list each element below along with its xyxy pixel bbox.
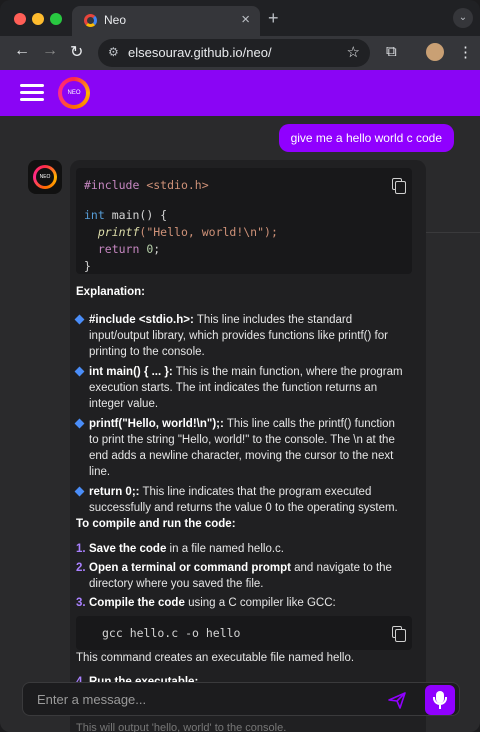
url-text: elsesourav.github.io/neo/	[128, 45, 272, 60]
faded-text: This will output 'hello, world' to the c…	[76, 722, 287, 732]
tab-favicon-icon	[84, 14, 97, 27]
copy-icon[interactable]	[392, 626, 406, 642]
extensions-icon[interactable]: ⧉	[386, 43, 397, 60]
copy-icon[interactable]	[392, 178, 406, 194]
tab-title: Neo	[104, 13, 127, 27]
chat-area[interactable]: give me a hello world c code NEO #includ…	[0, 116, 480, 732]
menu-hamburger-icon[interactable]	[20, 84, 44, 102]
site-info-icon[interactable]: ⚙	[108, 45, 119, 59]
list-item: 2. Open a terminal or command prompt and…	[76, 562, 392, 590]
bullet-diamond-icon	[74, 366, 85, 377]
bullet-diamond-icon	[74, 486, 85, 497]
message-input[interactable]: Enter a message...	[37, 692, 146, 707]
browser-window: Neo × + ⌄ ← → ↻ ⚙ elsesourav.github.io/n…	[0, 0, 480, 732]
tab-strip: Neo × + ⌄	[0, 0, 480, 36]
tab-search-button[interactable]: ⌄	[453, 8, 473, 28]
profile-avatar[interactable]	[426, 43, 444, 61]
browser-toolbar: ← → ↻ ⚙ elsesourav.github.io/neo/ ☆ ⧉ ⋮	[0, 36, 480, 70]
list-item: printf("Hello, world!\n");: This line ca…	[74, 416, 406, 480]
close-window-button[interactable]	[14, 13, 26, 25]
microphone-button[interactable]	[425, 685, 455, 715]
tab-close-icon[interactable]: ×	[241, 11, 250, 28]
address-bar[interactable]: ⚙ elsesourav.github.io/neo/ ☆	[98, 39, 370, 67]
list-item: 1. Save the code in a file named hello.c…	[76, 543, 284, 555]
bot-message: #include <stdio.h> int main() { printf("…	[70, 160, 426, 732]
code-caption: This command creates an executable file …	[76, 652, 355, 664]
list-item: return 0;: This line indicates that the …	[74, 484, 406, 516]
neo-logo[interactable]: NEO	[58, 77, 90, 109]
browser-menu-icon[interactable]: ⋮	[458, 43, 473, 61]
explanation-heading: Explanation:	[76, 286, 146, 298]
list-item: #include <stdio.h>: This line includes t…	[74, 312, 406, 360]
reload-icon[interactable]: ↻	[70, 42, 83, 62]
list-item: 3. Compile the code using a C compiler l…	[76, 597, 336, 609]
forward-arrow-icon[interactable]: →	[42, 42, 58, 60]
user-message: give me a hello world c code	[278, 124, 454, 152]
bullet-diamond-icon	[74, 314, 85, 325]
app-header: NEO	[0, 70, 480, 116]
bot-avatar: NEO	[28, 160, 62, 194]
browser-tab[interactable]: Neo ×	[72, 6, 260, 36]
code-block: gcc hello.c -o hello	[76, 616, 412, 650]
new-tab-button[interactable]: +	[268, 8, 279, 29]
list-item: int main() { ... }: This is the main fun…	[74, 364, 406, 412]
maximize-window-button[interactable]	[50, 13, 62, 25]
code-block: #include <stdio.h> int main() { printf("…	[76, 168, 412, 274]
minimize-window-button[interactable]	[32, 13, 44, 25]
compile-heading: To compile and run the code:	[76, 518, 236, 530]
bookmark-star-icon[interactable]: ☆	[347, 43, 360, 61]
bullet-diamond-icon	[74, 418, 85, 429]
back-arrow-icon[interactable]: ←	[14, 42, 30, 60]
logo-text: NEO	[62, 81, 86, 105]
send-icon[interactable]	[387, 690, 407, 710]
message-input-bar[interactable]: Enter a message...	[22, 682, 460, 716]
